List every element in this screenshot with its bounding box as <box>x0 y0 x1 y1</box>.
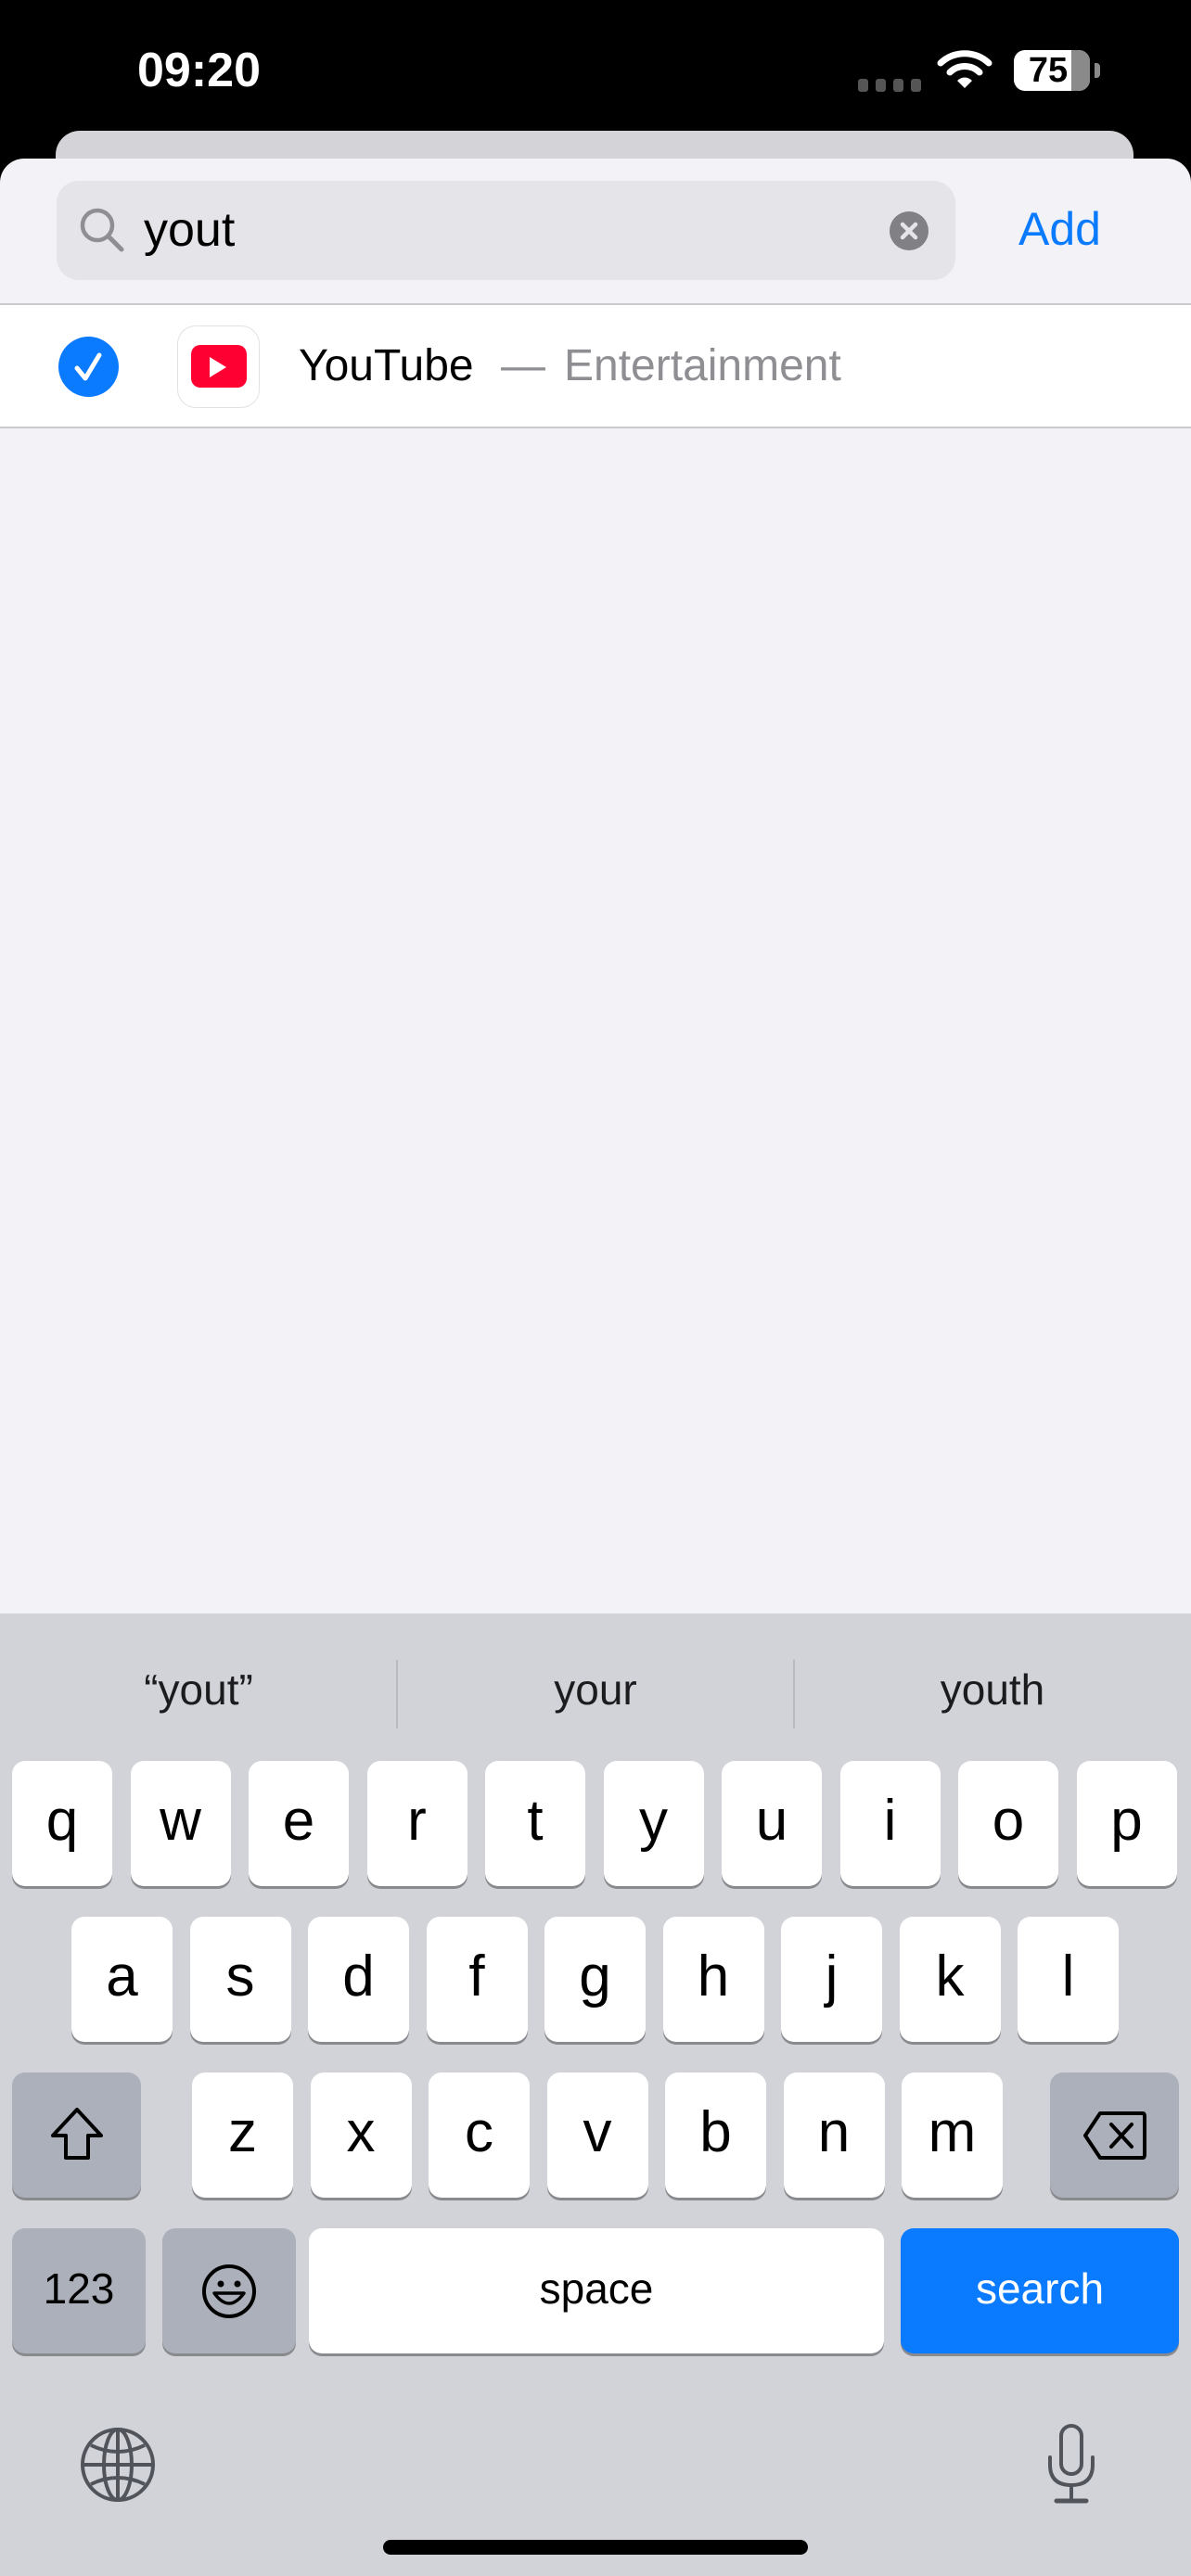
key-j[interactable]: j <box>781 1917 882 2042</box>
youtube-app-icon <box>177 325 260 408</box>
key-k[interactable]: k <box>899 1917 1001 2042</box>
key-m[interactable]: m <box>902 2072 1003 2198</box>
status-time: 09:20 <box>137 44 261 97</box>
suggestion-item[interactable]: your <box>397 1651 794 1729</box>
emoji-key[interactable] <box>162 2228 296 2353</box>
key-p[interactable]: p <box>1076 1761 1177 1886</box>
key-o[interactable]: o <box>958 1761 1058 1886</box>
key-u[interactable]: u <box>722 1761 822 1886</box>
checkmark-icon[interactable] <box>58 337 119 397</box>
list-item[interactable]: YouTube — Entertainment <box>0 303 1191 428</box>
keyboard: “yout” your youth qwertyuiop asdfghjkl zxc… <box>0 1613 1191 2576</box>
app-category: Entertainment <box>564 341 841 390</box>
shift-key[interactable] <box>12 2072 141 2198</box>
key-y[interactable]: y <box>603 1761 704 1886</box>
cellular-signal-icon <box>858 79 921 92</box>
emoji-icon <box>202 2264 256 2318</box>
numbers-key[interactable]: 123 <box>12 2228 146 2353</box>
shift-icon <box>50 2108 103 2160</box>
key-v[interactable]: v <box>546 2072 648 2198</box>
key-g[interactable]: g <box>544 1917 646 2042</box>
key-b[interactable]: b <box>665 2072 766 2198</box>
key-n[interactable]: n <box>783 2072 885 2198</box>
key-f[interactable]: f <box>426 1917 528 2042</box>
status-bar: 09:20 75 <box>0 0 1191 131</box>
delete-key[interactable] <box>1050 2072 1179 2198</box>
key-q[interactable]: q <box>12 1761 112 1886</box>
delete-icon <box>1082 2111 1146 2160</box>
home-indicator[interactable] <box>383 2540 808 2555</box>
play-icon <box>210 357 226 377</box>
key-z[interactable]: z <box>192 2072 293 2198</box>
search-icon <box>80 208 124 252</box>
search-input[interactable]: yout <box>57 181 955 280</box>
search-text[interactable]: yout <box>144 181 235 280</box>
battery-icon: 75 <box>1014 50 1090 91</box>
clear-search-button[interactable] <box>890 211 928 250</box>
suggestion-item[interactable]: youth <box>794 1651 1191 1729</box>
battery-tip <box>1095 63 1100 78</box>
key-d[interactable]: d <box>308 1917 409 2042</box>
key-h[interactable]: h <box>662 1917 764 2042</box>
app-name: YouTube <box>299 341 474 390</box>
key-x[interactable]: x <box>310 2072 412 2198</box>
key-w[interactable]: w <box>130 1761 231 1886</box>
key-e[interactable]: e <box>249 1761 349 1886</box>
key-i[interactable]: i <box>839 1761 941 1886</box>
app-picker-sheet: yout Add YouTube — Entertainment <box>0 159 1191 1624</box>
space-key[interactable]: space <box>309 2228 884 2353</box>
key-c[interactable]: c <box>429 2072 530 2198</box>
globe-icon[interactable] <box>80 2427 156 2503</box>
suggestion-bar: “yout” your youth <box>0 1651 1191 1729</box>
wifi-icon <box>937 50 992 88</box>
separator: — <box>501 341 545 390</box>
microphone-icon[interactable] <box>1039 2422 1104 2506</box>
key-r[interactable]: r <box>366 1761 467 1886</box>
key-a[interactable]: a <box>71 1917 173 2042</box>
suggestion-item[interactable]: “yout” <box>0 1651 397 1729</box>
key-t[interactable]: t <box>485 1761 585 1886</box>
add-button[interactable]: Add <box>1018 203 1101 255</box>
key-s[interactable]: s <box>189 1917 291 2042</box>
close-icon <box>900 222 918 240</box>
battery-percent: 75 <box>1028 51 1069 90</box>
search-key[interactable]: search <box>901 2228 1179 2353</box>
key-l[interactable]: l <box>1018 1917 1119 2042</box>
